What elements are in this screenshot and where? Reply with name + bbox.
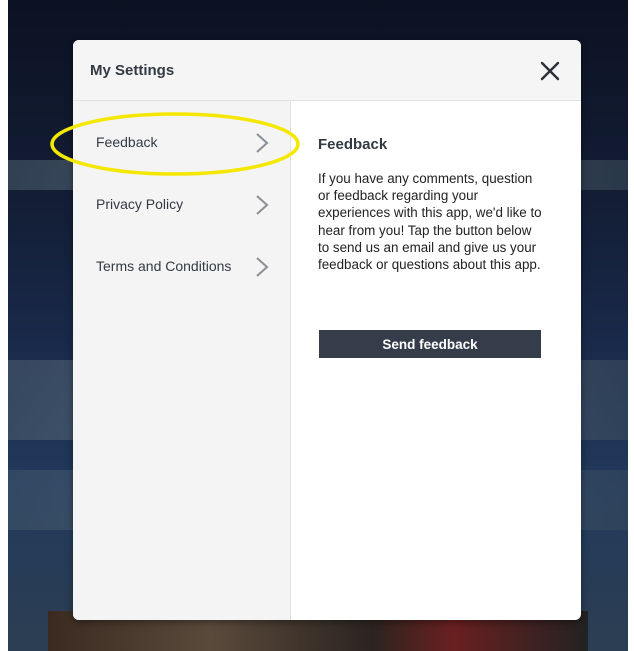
sidebar-item-privacy-policy[interactable]: Privacy Policy	[73, 184, 290, 224]
sidebar-item-label: Privacy Policy	[96, 196, 184, 212]
settings-sidebar: Feedback Privacy Policy Terms and Condit…	[73, 101, 291, 620]
close-icon[interactable]	[537, 58, 563, 84]
settings-dialog: My Settings Feedback Privacy Policy Term…	[73, 40, 581, 620]
dialog-title: My Settings	[90, 62, 175, 79]
content-body-text: If you have any comments, question or fe…	[318, 171, 542, 273]
sidebar-item-label: Feedback	[96, 134, 158, 150]
chevron-right-icon	[256, 195, 269, 215]
send-feedback-button[interactable]: Send feedback	[319, 330, 541, 358]
content-title: Feedback	[318, 136, 388, 153]
sidebar-item-label: Terms and Conditions	[96, 258, 232, 274]
dialog-header: My Settings	[73, 40, 581, 101]
feedback-panel: Feedback If you have any comments, quest…	[291, 101, 581, 620]
chevron-right-icon	[256, 257, 269, 277]
sidebar-item-feedback[interactable]: Feedback	[73, 122, 290, 162]
sidebar-item-terms-and-conditions[interactable]: Terms and Conditions	[73, 246, 290, 286]
chevron-right-icon	[256, 133, 269, 153]
